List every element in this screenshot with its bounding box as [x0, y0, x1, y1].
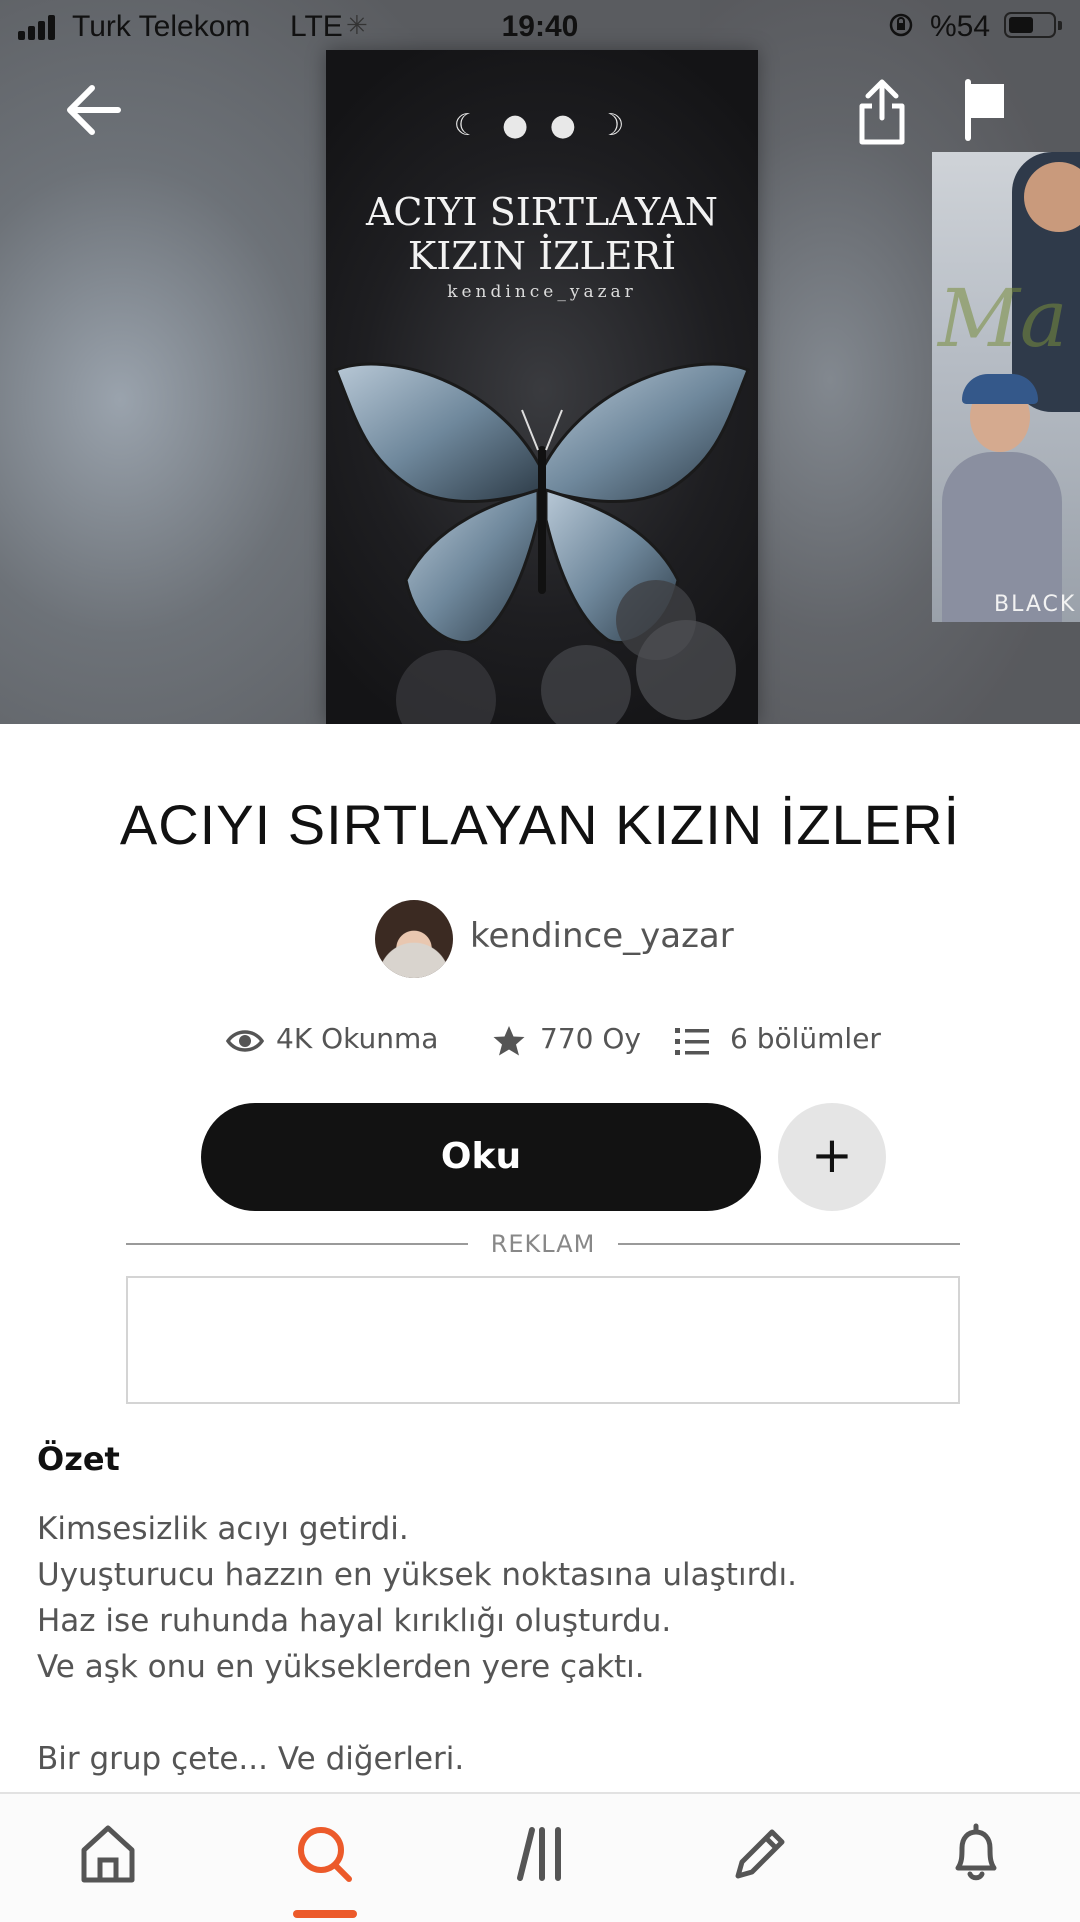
nav-write[interactable]: [718, 1818, 798, 1898]
flag-icon: [965, 79, 1004, 141]
list-icon: [675, 1028, 709, 1055]
nav-library[interactable]: [502, 1818, 582, 1898]
bottom-navigation: [0, 1792, 1080, 1922]
battery-percent: %54: [930, 10, 991, 43]
book-header: Turk Telekom LTE ✳ 19:40 %54 ☾ ● ● ☽ ACI: [0, 0, 1080, 724]
eye-icon: [226, 1030, 264, 1052]
star-icon: [493, 1026, 525, 1056]
author-name[interactable]: kendince_yazar: [470, 916, 734, 956]
read-button[interactable]: Oku: [201, 1103, 761, 1211]
summary-line: Haz ise ruhunda hayal kırıklığı oluşturd…: [37, 1603, 672, 1639]
votes-stat: 770 Oy: [492, 1018, 662, 1064]
write-icon: [735, 1829, 785, 1879]
summary-text: Kimsesizlik acıyı getirdi. Uyuşturucu ha…: [37, 1506, 1037, 1782]
avatar[interactable]: [375, 900, 453, 978]
search-icon: [298, 1827, 352, 1882]
status-bar: Turk Telekom LTE ✳ 19:40 %54: [0, 0, 1080, 54]
summary-line: Uyuşturucu hazzın en yüksek noktasına ul…: [37, 1557, 797, 1593]
summary-line: Kimsesizlik acıyı getirdi.: [37, 1511, 409, 1547]
report-button[interactable]: [960, 78, 1010, 142]
home-icon: [81, 1825, 135, 1883]
ad-slot[interactable]: [126, 1276, 960, 1404]
ad-label: REKLAM: [490, 1230, 596, 1258]
summary-line: Bir grup çete... Ve diğerleri.: [37, 1741, 465, 1777]
nav-notifications[interactable]: [934, 1818, 1014, 1898]
author-row: kendince_yazar: [0, 900, 1080, 980]
summary-heading: Özet: [37, 1440, 120, 1478]
book-stats: 4K Okunma 770 Oy 6 bölümler: [0, 1018, 1080, 1064]
book-title: ACIYI SIRTLAYAN KIZIN İZLERİ: [119, 793, 961, 856]
reads-stat: 4K Okunma: [226, 1018, 438, 1064]
summary-line: Ve aşk onu en yükseklerden yere çaktı.: [37, 1649, 645, 1685]
moon-phases-decoration: ☾ ● ● ☽: [453, 108, 631, 143]
battery-icon: [1004, 12, 1062, 38]
orientation-lock-icon: [889, 13, 913, 37]
add-to-library-button[interactable]: +: [778, 1103, 886, 1211]
bell-icon: [955, 1823, 997, 1881]
share-icon: [859, 79, 905, 145]
status-time: 19:40: [501, 10, 579, 43]
share-button[interactable]: [852, 76, 912, 146]
nav-search[interactable]: [285, 1818, 365, 1898]
back-button[interactable]: [62, 78, 126, 142]
roses-decoration: [396, 580, 736, 724]
parts-stat: 6 bölümler: [674, 1018, 914, 1064]
nav-home[interactable]: [68, 1818, 148, 1898]
book-cover[interactable]: ☾ ● ● ☽ ACIYI SIRTLAYAN KIZIN İZLERİ ken…: [326, 50, 758, 724]
arrow-left-icon: [67, 85, 121, 135]
next-book-cover[interactable]: Ma BLACK: [932, 152, 1080, 622]
cover-title: ACIYI SIRTLAYAN KIZIN İZLERİ: [365, 190, 718, 278]
ad-divider: REKLAM: [126, 1226, 960, 1260]
library-icon: [517, 1827, 561, 1881]
active-tab-indicator: [293, 1910, 357, 1918]
plus-icon: +: [811, 1126, 853, 1184]
summary-line: [37, 1690, 1037, 1736]
cover-author: kendince_yazar: [447, 282, 637, 302]
